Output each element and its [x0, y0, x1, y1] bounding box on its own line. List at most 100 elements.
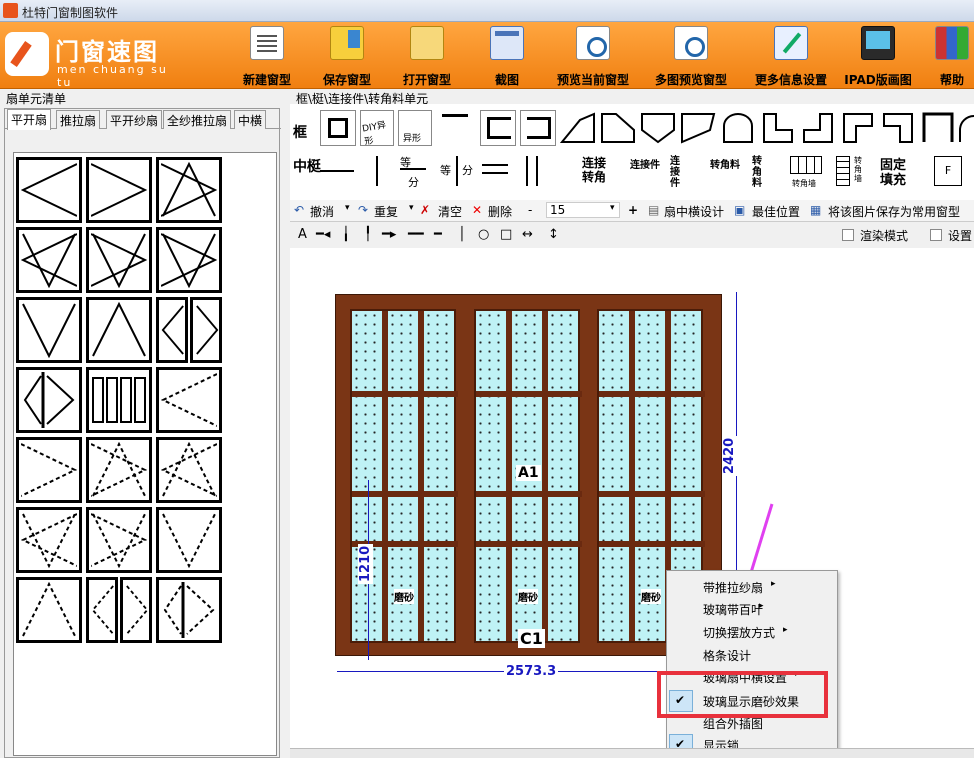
- sash-option[interactable]: [16, 157, 82, 223]
- square-tool-icon[interactable]: □: [500, 227, 512, 242]
- frame-l-shape3-option[interactable]: [840, 110, 876, 146]
- f-option[interactable]: F: [934, 156, 962, 186]
- sash-option[interactable]: [86, 507, 152, 573]
- sash-option[interactable]: [16, 227, 82, 293]
- sash-option[interactable]: [16, 507, 82, 573]
- double-mullion-horizontal[interactable]: [482, 164, 508, 166]
- increase-button[interactable]: +: [628, 203, 638, 217]
- vline-tool-icon[interactable]: ╽: [342, 227, 350, 242]
- sash-option[interactable]: [156, 227, 222, 293]
- double-mullion-vertical[interactable]: [526, 156, 528, 186]
- vertical-dimension-icon[interactable]: ↕: [548, 227, 559, 242]
- frame-square-option[interactable]: [320, 110, 356, 146]
- connect-corner-option[interactable]: 连接转角: [582, 156, 612, 184]
- multi-preview-button[interactable]: 多图预览窗型: [646, 26, 736, 88]
- sash-option[interactable]: [156, 437, 222, 503]
- frame-trapezoid-option[interactable]: [559, 110, 596, 146]
- frame-arch-partial-option[interactable]: [958, 110, 974, 146]
- sash-option[interactable]: [16, 367, 82, 433]
- menu-item-grid-design[interactable]: 格条设计: [703, 647, 751, 664]
- settings-checkbox[interactable]: [930, 229, 942, 241]
- menu-item-switch-placement[interactable]: 切换摆放方式: [703, 624, 775, 641]
- equal-split-horizontal[interactable]: [400, 168, 426, 170]
- hline-tool-icon[interactable]: ━━: [408, 227, 424, 242]
- tab-transom[interactable]: 中横: [234, 110, 267, 129]
- sash-option[interactable]: [86, 227, 152, 293]
- sash-option[interactable]: [156, 507, 222, 573]
- frame-l-shape2-option[interactable]: [800, 110, 836, 146]
- sash-option[interactable]: [190, 297, 222, 363]
- corner-wall-option[interactable]: [790, 156, 822, 174]
- undo-button[interactable]: 撤消: [310, 203, 334, 220]
- tab-sliding-sash[interactable]: 推拉扇: [56, 110, 101, 129]
- screenshot-button[interactable]: 截图: [474, 26, 540, 88]
- line-tool-icon[interactable]: ━◂: [316, 227, 330, 242]
- delete-button[interactable]: 删除: [488, 203, 512, 220]
- text-tool[interactable]: A: [298, 227, 307, 242]
- ipad-draw-button[interactable]: IPAD版画图: [840, 26, 916, 88]
- frame-top-line-option[interactable]: [436, 110, 470, 146]
- menu-item-sliding-screen[interactable]: 带推拉纱扇: [703, 579, 763, 596]
- dash-tool-icon[interactable]: ━: [434, 227, 442, 242]
- window-drawing[interactable]: 磨砂 磨砂 磨砂 A1 C1: [335, 294, 722, 656]
- sash-option[interactable]: [86, 297, 152, 363]
- more-info-settings-button[interactable]: 更多信息设置: [746, 26, 836, 88]
- sash-option[interactable]: [86, 577, 118, 643]
- sash-option[interactable]: [156, 577, 222, 643]
- sash-option[interactable]: [16, 297, 82, 363]
- clear-icon[interactable]: ✗: [420, 203, 430, 217]
- connector-option[interactable]: 连接件: [630, 156, 660, 171]
- step-dropdown-icon[interactable]: ▾: [610, 203, 615, 213]
- sash-option[interactable]: [16, 577, 82, 643]
- preview-current-button[interactable]: 预览当前窗型: [548, 26, 638, 88]
- connector-vertical-option[interactable]: 连接件: [670, 156, 682, 189]
- frame-right-bracket-option[interactable]: [520, 110, 556, 146]
- save-window-type-button[interactable]: 保存窗型: [314, 26, 380, 88]
- best-position-button[interactable]: 最佳位置: [752, 203, 800, 220]
- sash-option[interactable]: [156, 157, 222, 223]
- new-window-type-button[interactable]: 新建窗型: [234, 26, 300, 88]
- sash-option[interactable]: [86, 367, 152, 433]
- sash-option[interactable]: [156, 297, 188, 363]
- redo-button[interactable]: 重复: [374, 203, 398, 220]
- frame-pentagon-option[interactable]: [640, 110, 676, 146]
- diy-shape-option[interactable]: DIY异形: [360, 110, 394, 147]
- undo-dropdown-icon[interactable]: ▾: [345, 203, 350, 213]
- sash-option[interactable]: [156, 367, 222, 433]
- circle-tool-icon[interactable]: ○: [478, 227, 489, 242]
- tab-full-screen-sliding-sash[interactable]: 全纱推拉扇: [163, 110, 232, 129]
- open-window-type-button[interactable]: 打开窗型: [394, 26, 460, 88]
- equal-split-vertical[interactable]: [456, 156, 458, 186]
- decrease-button[interactable]: -: [528, 203, 532, 217]
- frame-l-shape4-option[interactable]: [880, 110, 916, 146]
- mullion-vertical[interactable]: [376, 156, 378, 186]
- corner-profile-option[interactable]: 转角料: [710, 156, 740, 171]
- clear-button[interactable]: 清空: [438, 203, 462, 220]
- frame-l-shape-option[interactable]: [760, 110, 796, 146]
- redo-icon[interactable]: ↷: [358, 203, 368, 217]
- mullion-horizontal[interactable]: [320, 170, 354, 172]
- glass-pane-left[interactable]: 磨砂: [350, 309, 458, 643]
- save-as-common-button[interactable]: 将该图片保存为常用窗型: [828, 203, 960, 220]
- render-mode-checkbox[interactable]: [842, 229, 854, 241]
- special-shape-option[interactable]: 异形: [398, 110, 432, 146]
- vertical-line-icon[interactable]: │: [458, 227, 466, 242]
- sash-transom-design-button[interactable]: 扇中横设计: [664, 203, 724, 220]
- delete-icon[interactable]: ✕: [472, 203, 482, 217]
- help-button[interactable]: 帮助: [930, 26, 974, 88]
- frame-trapezoid2-option[interactable]: [600, 110, 636, 146]
- menu-item-glass-louver[interactable]: 玻璃带百叶: [703, 601, 763, 618]
- corner-wall-vertical-option[interactable]: [836, 156, 850, 186]
- undo-icon[interactable]: ↶: [294, 203, 304, 217]
- sash-option[interactable]: [120, 577, 152, 643]
- fixed-fill-option[interactable]: 固定填充: [880, 158, 910, 188]
- sash-option[interactable]: [86, 157, 152, 223]
- frame-arch-option[interactable]: [720, 110, 756, 146]
- arrow-line-tool-icon[interactable]: ━▸: [382, 227, 396, 242]
- sash-option[interactable]: [86, 437, 152, 503]
- redo-dropdown-icon[interactable]: ▾: [409, 203, 414, 213]
- width-dimension[interactable]: 2573.3: [504, 664, 559, 679]
- frame-u-shape-option[interactable]: [920, 110, 956, 146]
- height-dimension[interactable]: 2420: [722, 435, 737, 476]
- vline2-tool-icon[interactable]: ╿: [364, 227, 372, 242]
